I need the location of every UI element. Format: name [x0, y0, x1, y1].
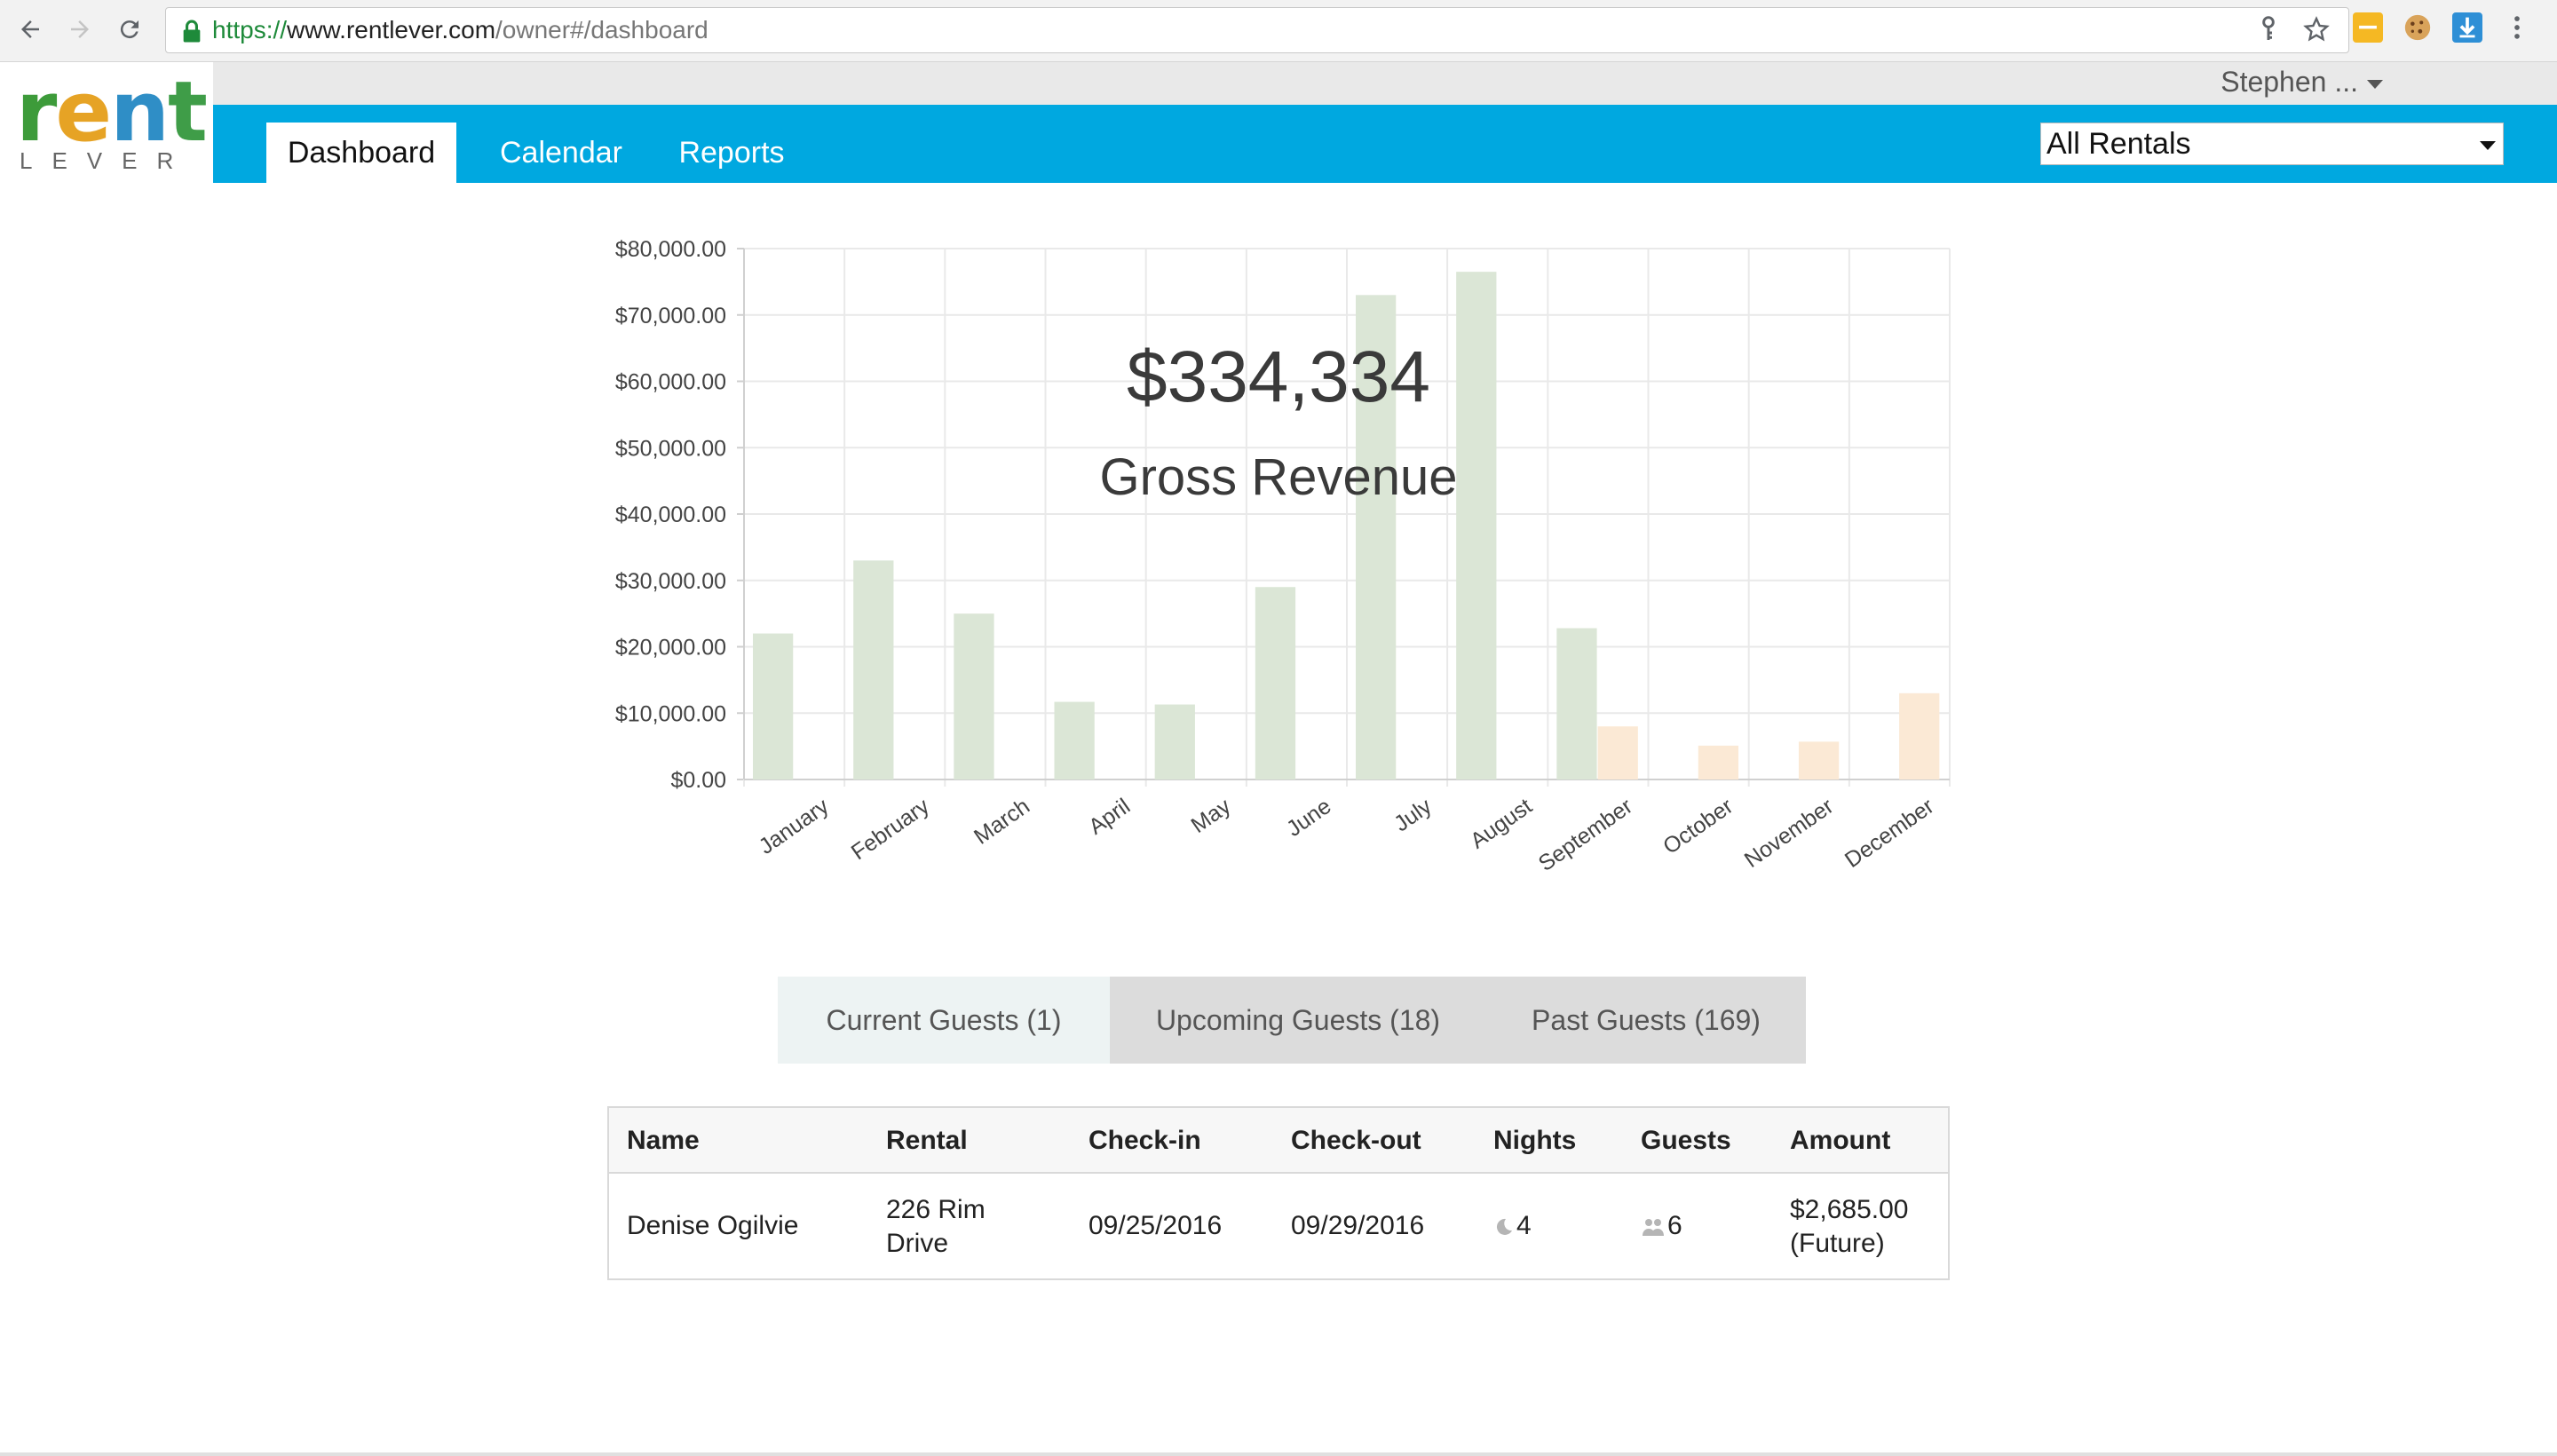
x-tick-label: June: [1282, 794, 1335, 842]
rental-filter-value: All Rentals: [2046, 127, 2191, 161]
guest-checkin: 09/25/2016: [1089, 1211, 1223, 1240]
y-tick-label: $20,000.00: [615, 636, 726, 661]
browser-toolbar: https://www.rentlever.com/owner#/dashboa…: [0, 0, 2557, 62]
guest-amount: $2,685.00 (Future): [1790, 1193, 1908, 1261]
x-tick-label: November: [1740, 794, 1839, 873]
rental-line-1: 226 Rim: [886, 1195, 986, 1224]
reload-button[interactable]: [112, 12, 147, 47]
bar-future: [1698, 745, 1739, 779]
download-icon[interactable]: [2452, 12, 2482, 43]
key-icon[interactable]: [2254, 15, 2283, 44]
guest-nights: 4: [1493, 1209, 1532, 1243]
column-header-nights: Nights: [1493, 1126, 1577, 1155]
more-options-icon[interactable]: [2502, 12, 2532, 43]
x-tick-label: March: [970, 794, 1034, 850]
users-icon: [1643, 1219, 1664, 1237]
table-header: Name Rental Check-in Check-out Nights Gu…: [609, 1108, 1948, 1174]
guest-tabs: Current Guests (1) Upcoming Guests (18) …: [778, 977, 1806, 1064]
chevron-down-icon: [2367, 79, 2383, 89]
x-tick-label: December: [1841, 794, 1939, 873]
extension-menu-icon[interactable]: [2353, 12, 2383, 43]
url-text: https://www.rentlever.com/owner#/dashboa…: [212, 16, 709, 44]
forward-button[interactable]: [62, 12, 98, 47]
chevron-down-icon: [2480, 141, 2496, 150]
column-header-amount: Amount: [1790, 1126, 1891, 1155]
guest-name[interactable]: Denise Ogilvie: [627, 1209, 798, 1243]
bar-actual: [753, 633, 794, 779]
lock-icon: [183, 20, 201, 43]
x-tick-label: April: [1084, 794, 1135, 840]
guests-table: Name Rental Check-in Check-out Nights Gu…: [607, 1106, 1950, 1280]
back-arrow-icon: [21, 20, 39, 38]
tab-calendar[interactable]: Calendar: [492, 123, 630, 183]
bar-future: [1899, 692, 1940, 779]
tab-upcoming-guests[interactable]: Upcoming Guests (18): [1110, 977, 1486, 1064]
bar-actual: [853, 560, 894, 779]
x-tick-label: July: [1389, 794, 1437, 837]
column-header-rental: Rental: [886, 1126, 968, 1155]
reload-icon: [120, 20, 139, 39]
y-tick-label: $80,000.00: [615, 237, 726, 262]
y-tick-label: $30,000.00: [615, 569, 726, 594]
bar-future: [1798, 741, 1840, 779]
amount-status: (Future): [1790, 1229, 1885, 1258]
guests-value: 6: [1667, 1211, 1682, 1240]
x-tick-label: October: [1658, 794, 1738, 859]
bar-actual: [1054, 701, 1095, 779]
forward-arrow-icon: [71, 20, 89, 38]
bar-actual: [1255, 587, 1296, 779]
revenue-chart: $0.00 $10,000.00 $20,000.00 $30,000.00 $40,0…: [568, 222, 1971, 897]
gross-revenue-total: $334,334: [1126, 336, 1430, 417]
bar-future: [1597, 726, 1638, 779]
user-name: Stephen ...: [2221, 66, 2358, 98]
column-header-checkin: Check-in: [1089, 1126, 1201, 1155]
cookie-icon[interactable]: [2403, 12, 2433, 43]
tab-reports[interactable]: Reports: [669, 123, 794, 183]
guest-count: 6: [1641, 1209, 1682, 1243]
nights-value: 4: [1516, 1211, 1532, 1240]
rentlever-logo[interactable]: rent LEVER: [0, 62, 213, 183]
column-header-checkout: Check-out: [1291, 1126, 1421, 1155]
bar-actual: [1154, 704, 1195, 779]
column-header-name: Name: [627, 1126, 700, 1155]
rental-line-2: Drive: [886, 1229, 949, 1258]
revenue-bar-chart: $0.00$10,000.00$20,000.00$30,000.00$40,0…: [615, 237, 1951, 876]
logo-lever-text: LEVER: [20, 147, 194, 174]
rental-filter-select[interactable]: All Rentals: [2040, 123, 2504, 165]
x-tick-label: May: [1187, 794, 1236, 838]
bar-actual: [954, 613, 994, 779]
x-tick-label: August: [1466, 794, 1537, 854]
logo-rent-text: rent: [16, 64, 208, 161]
tab-current-guests[interactable]: Current Guests (1): [778, 977, 1110, 1064]
star-icon[interactable]: [2302, 15, 2331, 44]
tab-past-guests[interactable]: Past Guests (169): [1486, 977, 1806, 1064]
tab-dashboard[interactable]: Dashboard: [266, 123, 456, 183]
moon-icon: [1496, 1219, 1512, 1236]
guest-rental: 226 Rim Drive: [886, 1193, 986, 1261]
user-strip: [213, 62, 2557, 105]
y-tick-label: $70,000.00: [615, 304, 726, 328]
guest-checkout: 09/29/2016: [1291, 1211, 1425, 1240]
amount-value: $2,685.00: [1790, 1195, 1909, 1224]
back-button[interactable]: [12, 12, 48, 47]
x-tick-label: February: [847, 794, 934, 866]
address-bar[interactable]: https://www.rentlever.com/owner#/dashboa…: [165, 7, 2349, 53]
bar-actual: [1556, 628, 1597, 779]
column-header-guests: Guests: [1641, 1126, 1731, 1155]
user-menu[interactable]: Stephen ...: [2221, 66, 2383, 99]
y-tick-label: $0.00: [670, 768, 726, 793]
x-tick-label: September: [1534, 794, 1637, 876]
page-bottom-divider: [0, 1452, 2557, 1456]
gross-revenue-label: Gross Revenue: [1099, 448, 1458, 506]
x-tick-label: January: [755, 794, 834, 859]
y-tick-label: $10,000.00: [615, 701, 726, 726]
